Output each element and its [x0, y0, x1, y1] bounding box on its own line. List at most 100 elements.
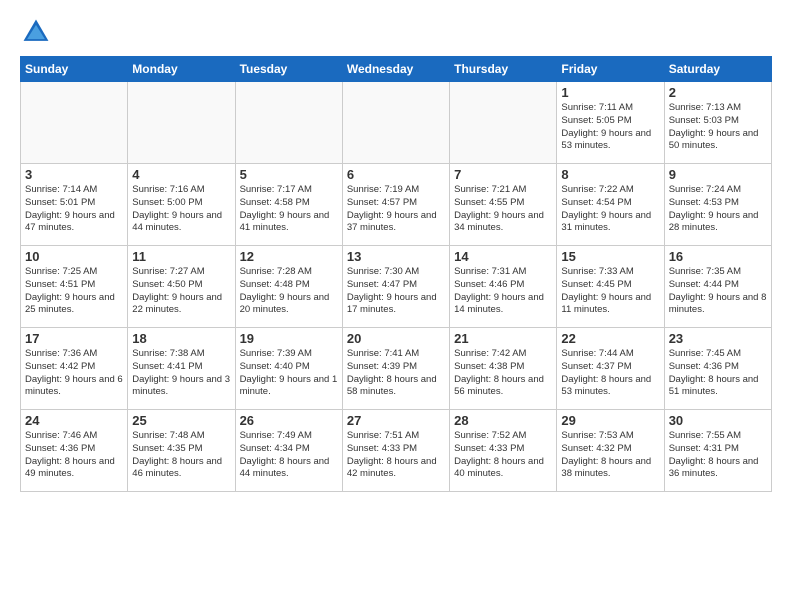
day-info: Sunrise: 7:35 AM Sunset: 4:44 PM Dayligh… — [669, 266, 767, 317]
calendar-cell — [342, 82, 449, 164]
day-info: Sunrise: 7:14 AM Sunset: 5:01 PM Dayligh… — [25, 184, 123, 235]
calendar-table: SundayMondayTuesdayWednesdayThursdayFrid… — [20, 56, 772, 492]
day-info: Sunrise: 7:49 AM Sunset: 4:34 PM Dayligh… — [240, 430, 338, 481]
calendar-cell: 5 Sunrise: 7:17 AM Sunset: 4:58 PM Daylig… — [235, 164, 342, 246]
calendar-cell: 10Sunrise: 7:25 AM Sunset: 4:51 PM Dayli… — [21, 246, 128, 328]
calendar-cell: 4 Sunrise: 7:16 AM Sunset: 5:00 PM Daylig… — [128, 164, 235, 246]
day-info: Sunrise: 7:48 AM Sunset: 4:35 PM Dayligh… — [132, 430, 230, 481]
day-number: 14 — [454, 249, 552, 264]
day-number: 18 — [132, 331, 230, 346]
calendar-cell: 24 Sunrise: 7:46 AM Sunset: 4:36 PM Dayli… — [21, 410, 128, 492]
day-info: Sunrise: 7:16 AM Sunset: 5:00 PM Dayligh… — [132, 184, 230, 235]
day-info: Sunrise: 7:21 AM Sunset: 4:55 PM Dayligh… — [454, 184, 552, 235]
day-info: Sunrise: 7:38 AM Sunset: 4:41 PM Dayligh… — [132, 348, 230, 399]
weekday-header-wednesday: Wednesday — [342, 57, 449, 82]
calendar-cell: 9 Sunrise: 7:24 AM Sunset: 4:53 PM Daylig… — [664, 164, 771, 246]
day-info: Sunrise: 7:36 AM Sunset: 4:42 PM Dayligh… — [25, 348, 123, 399]
day-info: Sunrise: 7:52 AM Sunset: 4:33 PM Dayligh… — [454, 430, 552, 481]
calendar-week-1: 1 Sunrise: 7:11 AM Sunset: 5:05 PM Daylig… — [21, 82, 772, 164]
calendar-week-5: 24 Sunrise: 7:46 AM Sunset: 4:36 PM Dayli… — [21, 410, 772, 492]
day-info: Sunrise: 7:51 AM Sunset: 4:33 PM Dayligh… — [347, 430, 445, 481]
day-info: Sunrise: 7:25 AM Sunset: 4:51 PM Dayligh… — [25, 266, 123, 317]
day-number: 13 — [347, 249, 445, 264]
calendar-cell — [235, 82, 342, 164]
day-number: 19 — [240, 331, 338, 346]
weekday-header-tuesday: Tuesday — [235, 57, 342, 82]
calendar-cell: 14 Sunrise: 7:31 AM Sunset: 4:46 PM Dayli… — [450, 246, 557, 328]
day-info: Sunrise: 7:55 AM Sunset: 4:31 PM Dayligh… — [669, 430, 767, 481]
day-number: 16 — [669, 249, 767, 264]
day-number: 11 — [132, 249, 230, 264]
day-info: Sunrise: 7:44 AM Sunset: 4:37 PM Dayligh… — [561, 348, 659, 399]
calendar-cell: 16 Sunrise: 7:35 AM Sunset: 4:44 PM Dayli… — [664, 246, 771, 328]
calendar-cell: 21Sunrise: 7:42 AM Sunset: 4:38 PM Dayli… — [450, 328, 557, 410]
day-info: Sunrise: 7:39 AM Sunset: 4:40 PM Dayligh… — [240, 348, 338, 399]
weekday-header-sunday: Sunday — [21, 57, 128, 82]
calendar-header-row: SundayMondayTuesdayWednesdayThursdayFrid… — [21, 57, 772, 82]
day-info: Sunrise: 7:24 AM Sunset: 4:53 PM Dayligh… — [669, 184, 767, 235]
day-number: 24 — [25, 413, 123, 428]
calendar-cell: 1 Sunrise: 7:11 AM Sunset: 5:05 PM Daylig… — [557, 82, 664, 164]
calendar-cell: 22 Sunrise: 7:44 AM Sunset: 4:37 PM Dayli… — [557, 328, 664, 410]
calendar-week-3: 10Sunrise: 7:25 AM Sunset: 4:51 PM Dayli… — [21, 246, 772, 328]
day-number: 4 — [132, 167, 230, 182]
calendar-cell: 7 Sunrise: 7:21 AM Sunset: 4:55 PM Daylig… — [450, 164, 557, 246]
day-number: 6 — [347, 167, 445, 182]
calendar-cell — [21, 82, 128, 164]
calendar-cell: 25 Sunrise: 7:48 AM Sunset: 4:35 PM Dayli… — [128, 410, 235, 492]
day-number: 27 — [347, 413, 445, 428]
calendar-cell: 6 Sunrise: 7:19 AM Sunset: 4:57 PM Daylig… — [342, 164, 449, 246]
calendar-week-2: 3 Sunrise: 7:14 AM Sunset: 5:01 PM Daylig… — [21, 164, 772, 246]
page: SundayMondayTuesdayWednesdayThursdayFrid… — [0, 0, 792, 612]
calendar-cell: 3 Sunrise: 7:14 AM Sunset: 5:01 PM Daylig… — [21, 164, 128, 246]
day-info: Sunrise: 7:27 AM Sunset: 4:50 PM Dayligh… — [132, 266, 230, 317]
logo-icon — [20, 16, 52, 48]
day-number: 20 — [347, 331, 445, 346]
day-number: 23 — [669, 331, 767, 346]
calendar-cell: 12Sunrise: 7:28 AM Sunset: 4:48 PM Dayli… — [235, 246, 342, 328]
calendar-cell: 8Sunrise: 7:22 AM Sunset: 4:54 PM Daylig… — [557, 164, 664, 246]
calendar-cell: 2 Sunrise: 7:13 AM Sunset: 5:03 PM Daylig… — [664, 82, 771, 164]
day-info: Sunrise: 7:30 AM Sunset: 4:47 PM Dayligh… — [347, 266, 445, 317]
calendar-cell: 26 Sunrise: 7:49 AM Sunset: 4:34 PM Dayli… — [235, 410, 342, 492]
day-info: Sunrise: 7:42 AM Sunset: 4:38 PM Dayligh… — [454, 348, 552, 399]
calendar-cell — [450, 82, 557, 164]
calendar-cell — [128, 82, 235, 164]
day-info: Sunrise: 7:31 AM Sunset: 4:46 PM Dayligh… — [454, 266, 552, 317]
day-info: Sunrise: 7:11 AM Sunset: 5:05 PM Dayligh… — [561, 102, 659, 153]
day-info: Sunrise: 7:19 AM Sunset: 4:57 PM Dayligh… — [347, 184, 445, 235]
calendar-cell: 29 Sunrise: 7:53 AM Sunset: 4:32 PM Dayli… — [557, 410, 664, 492]
day-number: 1 — [561, 85, 659, 100]
day-number: 22 — [561, 331, 659, 346]
calendar-cell: 20 Sunrise: 7:41 AM Sunset: 4:39 PM Dayli… — [342, 328, 449, 410]
day-number: 5 — [240, 167, 338, 182]
day-number: 25 — [132, 413, 230, 428]
weekday-header-friday: Friday — [557, 57, 664, 82]
day-number: 8 — [561, 167, 659, 182]
calendar-cell: 30Sunrise: 7:55 AM Sunset: 4:31 PM Dayli… — [664, 410, 771, 492]
day-number: 9 — [669, 167, 767, 182]
calendar-cell: 27 Sunrise: 7:51 AM Sunset: 4:33 PM Dayli… — [342, 410, 449, 492]
day-number: 15 — [561, 249, 659, 264]
header — [20, 16, 772, 48]
calendar-cell: 11 Sunrise: 7:27 AM Sunset: 4:50 PM Dayli… — [128, 246, 235, 328]
calendar-cell: 15Sunrise: 7:33 AM Sunset: 4:45 PM Dayli… — [557, 246, 664, 328]
weekday-header-monday: Monday — [128, 57, 235, 82]
day-info: Sunrise: 7:53 AM Sunset: 4:32 PM Dayligh… — [561, 430, 659, 481]
day-number: 29 — [561, 413, 659, 428]
calendar-cell: 19 Sunrise: 7:39 AM Sunset: 4:40 PM Dayli… — [235, 328, 342, 410]
calendar-cell: 13 Sunrise: 7:30 AM Sunset: 4:47 PM Dayli… — [342, 246, 449, 328]
day-number: 26 — [240, 413, 338, 428]
day-info: Sunrise: 7:17 AM Sunset: 4:58 PM Dayligh… — [240, 184, 338, 235]
day-number: 2 — [669, 85, 767, 100]
calendar-cell: 23Sunrise: 7:45 AM Sunset: 4:36 PM Dayli… — [664, 328, 771, 410]
day-info: Sunrise: 7:46 AM Sunset: 4:36 PM Dayligh… — [25, 430, 123, 481]
day-number: 28 — [454, 413, 552, 428]
day-info: Sunrise: 7:41 AM Sunset: 4:39 PM Dayligh… — [347, 348, 445, 399]
logo — [20, 16, 56, 48]
day-info: Sunrise: 7:13 AM Sunset: 5:03 PM Dayligh… — [669, 102, 767, 153]
calendar-week-4: 17Sunrise: 7:36 AM Sunset: 4:42 PM Dayli… — [21, 328, 772, 410]
day-number: 7 — [454, 167, 552, 182]
day-info: Sunrise: 7:28 AM Sunset: 4:48 PM Dayligh… — [240, 266, 338, 317]
day-number: 3 — [25, 167, 123, 182]
